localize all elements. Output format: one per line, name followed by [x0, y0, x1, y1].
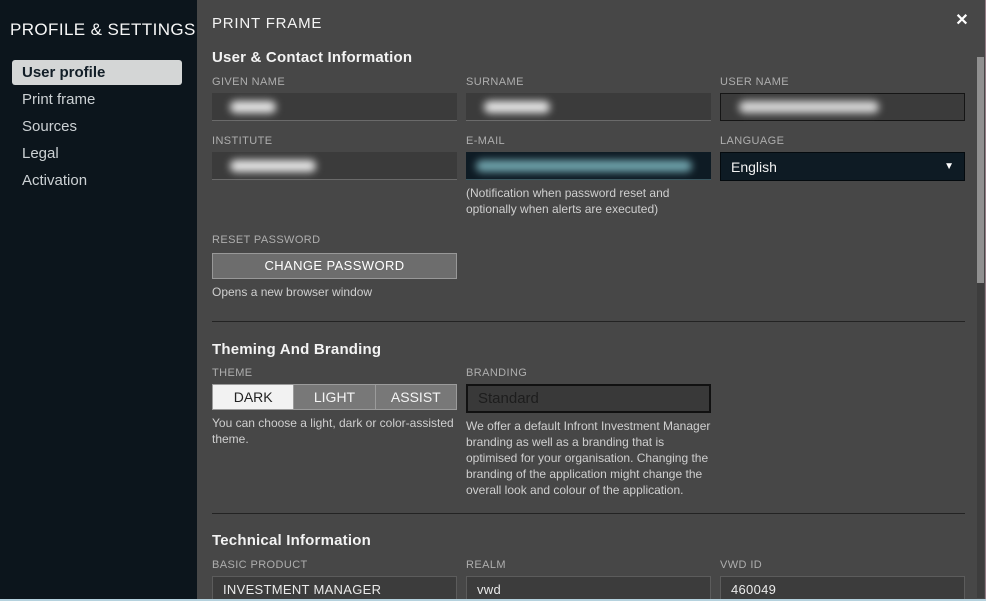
- theme-help-text: You can choose a light, dark or color-as…: [212, 416, 457, 448]
- sidebar-item-print-frame[interactable]: Print frame: [12, 87, 182, 112]
- institute-input[interactable]: [212, 152, 457, 180]
- theme-option-light[interactable]: LIGHT: [294, 385, 375, 409]
- theme-option-assist[interactable]: ASSIST: [376, 385, 456, 409]
- field-institute: INSTITUTE: [212, 135, 457, 218]
- close-icon[interactable]: ✕: [952, 11, 972, 31]
- field-theme: THEME DARK LIGHT ASSIST You can choose a…: [212, 367, 457, 498]
- redacted-value: [476, 160, 692, 172]
- sidebar-nav: User profile Print frame Sources Legal A…: [0, 60, 197, 193]
- sidebar-item-user-profile[interactable]: User profile: [12, 60, 182, 85]
- email-label: E-MAIL: [466, 135, 711, 148]
- scrollbar-thumb[interactable]: [977, 57, 984, 283]
- surname-input[interactable]: [466, 93, 711, 121]
- redacted-value: [230, 160, 316, 172]
- redacted-value: [230, 101, 276, 113]
- given-name-label: GIVEN NAME: [212, 76, 457, 89]
- theming-grid-spacer: [720, 367, 965, 498]
- field-vwd-id: VWD ID 460049: [720, 559, 965, 601]
- technical-grid: BASIC PRODUCT INVESTMENT MANAGER REALM v…: [212, 559, 965, 601]
- field-user-name: USER NAME: [720, 76, 965, 121]
- field-realm: REALM vwd: [466, 559, 711, 601]
- vwd-id-label: VWD ID: [720, 559, 965, 572]
- reset-password-block: RESET PASSWORD CHANGE PASSWORD Opens a n…: [212, 234, 457, 301]
- reset-password-label: RESET PASSWORD: [212, 234, 457, 247]
- language-label: LANGUAGE: [720, 135, 965, 148]
- redacted-value: [739, 101, 879, 113]
- branding-label: BRANDING: [466, 367, 711, 380]
- branding-help-text: We offer a default Infront Investment Ma…: [466, 419, 711, 498]
- email-field[interactable]: [466, 152, 711, 180]
- language-selected-value: English: [731, 159, 777, 175]
- realm-input[interactable]: vwd: [466, 576, 711, 601]
- profile-settings-dialog: PROFILE & SETTINGS User profile Print fr…: [0, 0, 986, 601]
- theme-segmented-control: DARK LIGHT ASSIST: [212, 384, 457, 410]
- user-name-input[interactable]: [720, 93, 965, 121]
- branding-input[interactable]: Standard: [466, 384, 711, 413]
- sidebar-item-sources[interactable]: Sources: [12, 114, 182, 139]
- realm-label: REALM: [466, 559, 711, 572]
- given-name-input[interactable]: [212, 93, 457, 121]
- user-name-label: USER NAME: [720, 76, 965, 89]
- field-email: E-MAIL (Notification when password reset…: [466, 135, 711, 218]
- reset-password-note: Opens a new browser window: [212, 285, 457, 301]
- field-basic-product: BASIC PRODUCT INVESTMENT MANAGER: [212, 559, 457, 601]
- field-language: LANGUAGE English ▼: [720, 135, 965, 218]
- section-divider: [212, 513, 965, 514]
- section-divider: [212, 321, 965, 322]
- contact-fields-grid: GIVEN NAME SURNAME USER NAME INSTITUTE: [212, 76, 965, 218]
- section-heading-theming: Theming And Branding: [212, 341, 965, 358]
- theme-option-dark[interactable]: DARK: [213, 385, 294, 409]
- redacted-value: [484, 101, 550, 113]
- field-branding: BRANDING Standard We offer a default Inf…: [466, 367, 711, 498]
- sidebar-item-legal[interactable]: Legal: [12, 141, 182, 166]
- change-password-button[interactable]: CHANGE PASSWORD: [212, 253, 457, 279]
- field-surname: SURNAME: [466, 76, 711, 121]
- basic-product-label: BASIC PRODUCT: [212, 559, 457, 572]
- chevron-down-icon: ▼: [944, 161, 954, 172]
- language-select[interactable]: English ▼: [720, 152, 965, 181]
- sidebar-title: PROFILE & SETTINGS: [10, 20, 197, 40]
- basic-product-input[interactable]: INVESTMENT MANAGER: [212, 576, 457, 601]
- sidebar: PROFILE & SETTINGS User profile Print fr…: [0, 0, 197, 599]
- section-heading-technical: Technical Information: [212, 532, 965, 549]
- surname-label: SURNAME: [466, 76, 711, 89]
- vwd-id-input[interactable]: 460049: [720, 576, 965, 601]
- theming-grid: THEME DARK LIGHT ASSIST You can choose a…: [212, 367, 965, 498]
- theme-label: THEME: [212, 367, 457, 380]
- sidebar-item-activation[interactable]: Activation: [12, 168, 182, 193]
- email-note: (Notification when password reset and op…: [466, 186, 711, 218]
- page-title: PRINT FRAME: [212, 0, 965, 32]
- field-given-name: GIVEN NAME: [212, 76, 457, 121]
- main-panel: PRINT FRAME User & Contact Information G…: [197, 0, 986, 601]
- vertical-scrollbar[interactable]: [977, 57, 984, 598]
- institute-label: INSTITUTE: [212, 135, 457, 148]
- section-heading-user-contact: User & Contact Information: [212, 49, 965, 66]
